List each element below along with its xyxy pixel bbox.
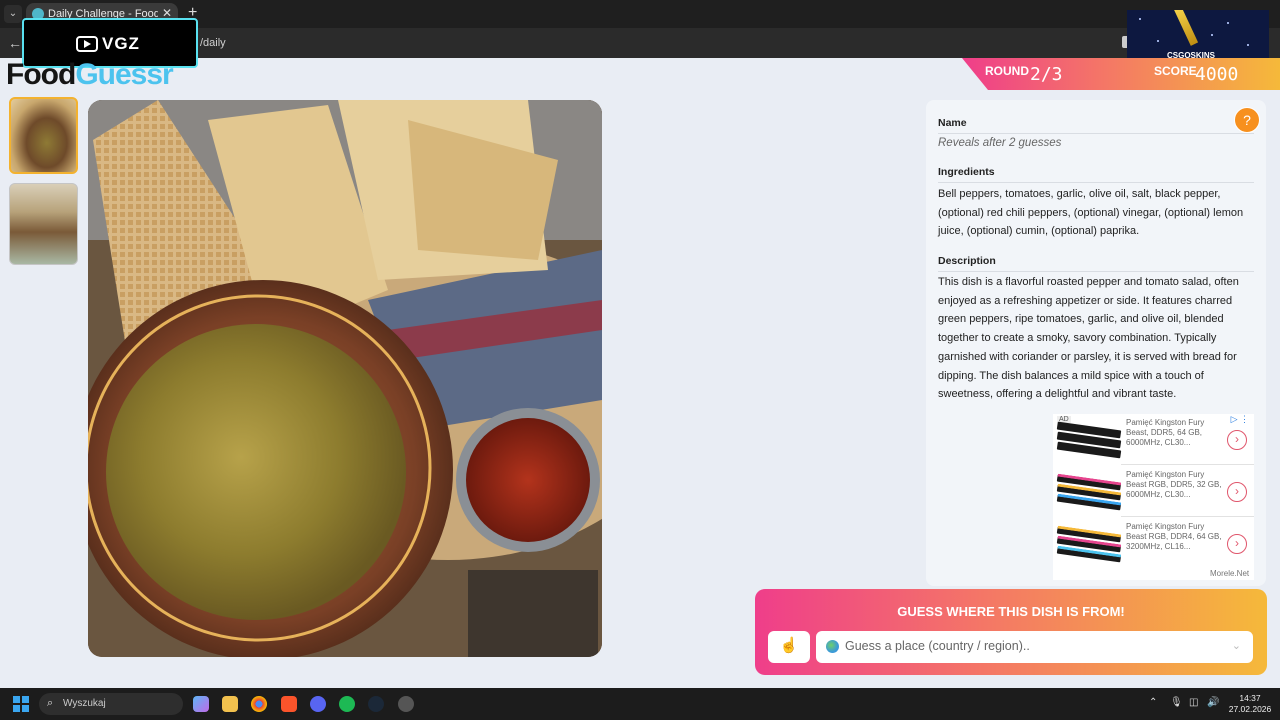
description-label: Description <box>938 255 996 267</box>
score-value: 4000 <box>1195 64 1239 85</box>
brave-icon[interactable] <box>281 696 297 712</box>
divider <box>1121 464 1254 465</box>
system-clock[interactable]: 14:37 27.02.2026 <box>1228 693 1272 715</box>
vgz-logo-text: VGZ <box>102 34 140 53</box>
chevron-right-icon[interactable]: › <box>1227 482 1247 502</box>
ingredients-label: Ingredients <box>938 166 995 178</box>
search-placeholder: Wyszukaj <box>63 698 106 709</box>
foodguessr-logo[interactable]: FoodGuessr <box>6 58 174 92</box>
app-icon[interactable] <box>398 696 414 712</box>
star-icon <box>1157 40 1159 42</box>
file-explorer-icon[interactable] <box>222 696 238 712</box>
dish-photo <box>88 100 602 657</box>
spotify-icon[interactable] <box>339 696 355 712</box>
name-label: Name <box>938 117 967 129</box>
url-field[interactable]: /daily <box>200 37 226 49</box>
windows-start-icon[interactable] <box>13 696 29 712</box>
dish-thumbnail-1[interactable] <box>9 97 78 174</box>
chrome-icon[interactable] <box>251 696 267 712</box>
round-score-bar: ROUND 2/3 SCORE 4000 <box>962 58 1280 90</box>
globe-icon <box>826 640 839 653</box>
help-button[interactable]: ? <box>1234 107 1260 133</box>
ad-item-text: Pamięć Kingston Fury Beast RGB, DDR5, 32… <box>1126 470 1222 499</box>
logo-guessr: Guessr <box>75 58 173 91</box>
dish-photo-illustration <box>88 100 602 657</box>
ad-item-text: Pamięć Kingston Fury Beast RGB, DDR4, 64… <box>1126 522 1222 551</box>
chevron-down-icon[interactable]: ⌄ <box>1232 639 1241 652</box>
round-value: 2/3 <box>1030 64 1063 85</box>
ingredients-text: Bell peppers, tomatoes, garlic, olive oi… <box>938 188 1244 238</box>
ram-image <box>1056 420 1122 459</box>
search-icon: ⌕ <box>47 697 54 709</box>
ad-source[interactable]: Morele.Net <box>1210 569 1249 578</box>
taskbar-search[interactable]: ⌕ Wyszukaj <box>39 693 183 715</box>
ram-rgb-image <box>1056 524 1122 563</box>
star-icon <box>1211 34 1213 36</box>
microphone-icon[interactable]: 🎙 <box>1170 697 1183 708</box>
ad-item[interactable]: Pamięć Kingston Fury Beast, DDR5, 64 GB,… <box>1053 414 1254 464</box>
guess-title: GUESS WHERE THIS DISH IS FROM! <box>897 604 1125 619</box>
discord-icon[interactable] <box>310 696 326 712</box>
divider <box>938 182 1254 183</box>
ad-item-text: Pamięć Kingston Fury Beast, DDR5, 64 GB,… <box>1126 418 1205 447</box>
ad-item[interactable]: Pamięć Kingston Fury Beast RGB, DDR4, 64… <box>1053 518 1254 568</box>
clock-date: 27.02.2026 <box>1228 704 1272 714</box>
guess-placeholder: Guess a place (country / region).. <box>845 639 1030 653</box>
ram-rgb-image <box>1056 472 1122 511</box>
knife-icon <box>1173 10 1199 46</box>
logo-food: Food <box>6 58 76 91</box>
guess-panel: GUESS WHERE THIS DISH IS FROM! ☝ Guess a… <box>755 589 1267 675</box>
play-logo-icon <box>76 36 98 52</box>
divider <box>938 271 1254 272</box>
divider <box>938 133 1254 134</box>
dish-info-panel: ? Name Reveals after 2 guesses Ingredien… <box>926 100 1266 586</box>
hand-pointer-button[interactable]: ☝ <box>768 631 810 663</box>
windows-taskbar: ⌕ Wyszukaj ⌃ 🎙 ◫ 🔊 14:37 27.02.2026 <box>0 688 1280 720</box>
chevron-right-icon[interactable]: › <box>1227 430 1247 450</box>
volume-icon[interactable]: 🔊 <box>1207 697 1219 708</box>
steam-icon[interactable] <box>368 696 384 712</box>
chevron-right-icon[interactable]: › <box>1227 534 1247 554</box>
tab-list-chevron-icon[interactable]: ⌄ <box>4 5 22 23</box>
back-arrow-icon[interactable]: ← <box>8 35 22 51</box>
round-label: ROUND <box>985 64 1029 78</box>
name-value: Reveals after 2 guesses <box>938 137 1062 149</box>
ad-item[interactable]: Pamięć Kingston Fury Beast RGB, DDR5, 32… <box>1053 466 1254 516</box>
dish-thumbnail-2[interactable] <box>9 183 78 265</box>
chevron-up-icon[interactable]: ⌃ <box>1149 697 1157 708</box>
ad-banner[interactable]: AD ▷ ⋮ Pamięć Kingston Fury Beast, DDR5,… <box>1053 414 1254 580</box>
star-icon <box>1227 22 1229 24</box>
star-icon <box>1247 44 1249 46</box>
score-label: SCORE <box>1154 64 1197 78</box>
csgoskins-overlay: CSGOSKINS <box>1127 10 1269 63</box>
divider <box>1121 516 1254 517</box>
description-text: This dish is a flavorful roasted pepper … <box>938 276 1239 401</box>
star-icon <box>1139 18 1141 20</box>
network-icon[interactable]: ◫ <box>1189 697 1198 708</box>
copilot-icon[interactable] <box>193 696 209 712</box>
guess-place-dropdown[interactable]: Guess a place (country / region).. ⌄ <box>816 631 1253 663</box>
clock-time: 14:37 <box>1239 693 1261 703</box>
